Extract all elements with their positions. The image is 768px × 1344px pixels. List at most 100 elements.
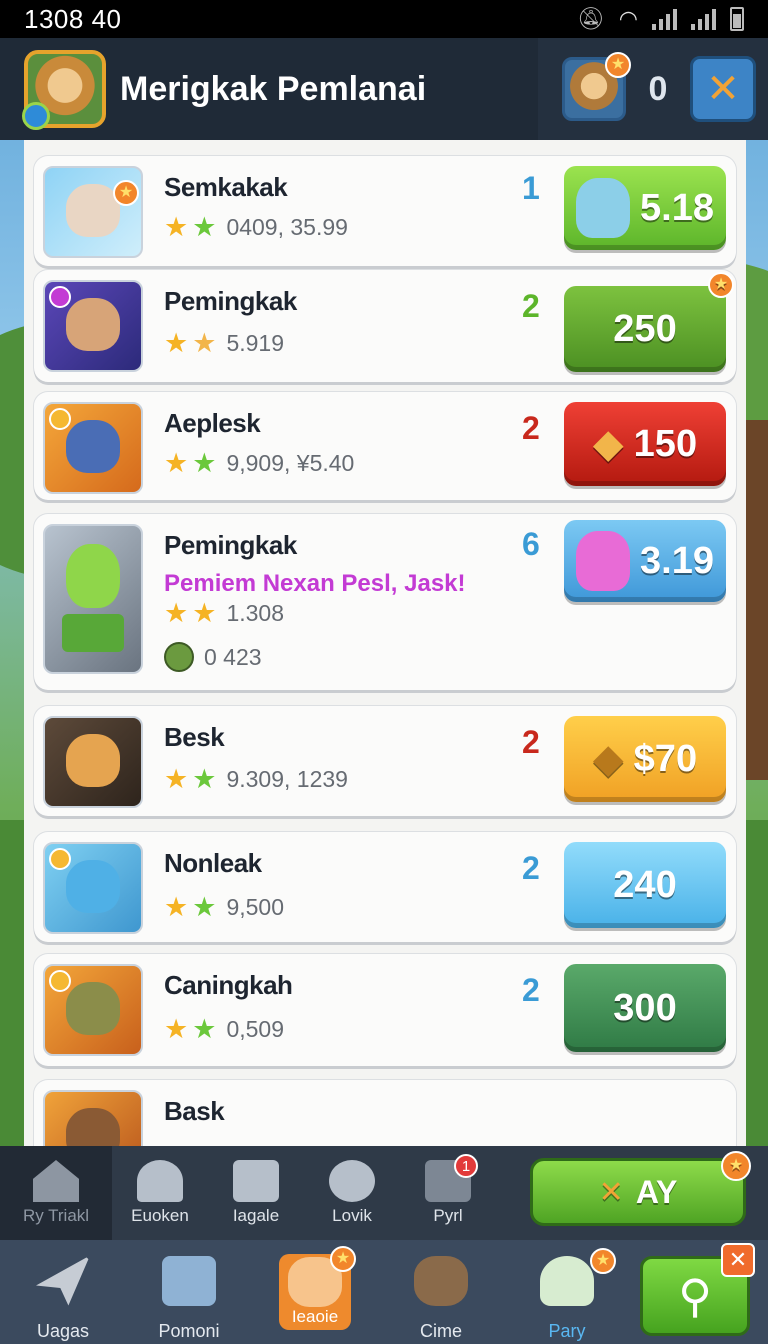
secondary-nav: Ry Triakl Euoken Iagale Lovik 1 Pyrl ✕ A… [0,1146,768,1240]
nav-item-pyrl[interactable]: 1 Pyrl [400,1146,496,1240]
search-button[interactable]: ⚲ ✕ [640,1243,755,1336]
tab-cime[interactable]: Cime [378,1240,504,1344]
item-rank: 2 [522,972,540,1008]
price-button[interactable]: 250 ★ [564,272,734,372]
price-button[interactable]: ◆ $70 [564,716,726,802]
item-stat: 9,909, ¥5.40 [226,450,355,476]
list-item[interactable]: Pemingkak ★ ★ 5.919 2 250 ★ [34,270,736,382]
character-thumbnail [43,402,143,494]
wifi-icon: ◠ [618,6,638,31]
price-button[interactable]: 5.18 [564,166,726,250]
item-name: Pemingkak [164,530,297,560]
list-item[interactable]: Bask [34,1080,736,1146]
star-icon [49,848,71,870]
nav-item-euoken[interactable]: Euoken [112,1146,208,1240]
star-icon: ★ [192,212,217,242]
character-thumbnail [43,842,143,934]
star-icon: ★ [164,448,189,478]
star-icon: ★ [164,328,189,358]
star-icon: ★ [192,448,217,478]
ghost-icon [540,1255,594,1306]
gem-icon: ◆ [592,737,624,781]
item-name: Pemingkak [164,286,297,316]
nav-item-home[interactable]: Ry Triakl [0,1146,112,1240]
star-badge-icon: ★ [721,1151,751,1181]
star-icon [49,408,71,430]
list-item[interactable]: Pemingkak Pemiem Nexan Pesl, Jask! ★ ★ 1… [34,514,736,690]
star-badge-icon: ★ [605,52,631,78]
list-item[interactable]: Besk ★ ★ 9.309, 1239 2 ◆ $70 [34,706,736,816]
pink-pet-icon [576,531,631,591]
tab-ieaoie[interactable]: Ieaoie ★ [252,1240,378,1344]
close-icon[interactable]: ✕ [721,1243,755,1277]
leaf-icon [137,1160,183,1202]
price-button[interactable]: ◆ 150 [564,402,726,486]
crossed-tools-icon[interactable]: ✕ [690,56,756,122]
character-thumbnail [43,1090,143,1146]
tab-pomoni[interactable]: Pomoni [126,1240,252,1344]
battery-icon [730,7,744,31]
page-title: Merigkak Pemlanai [120,69,427,108]
currency-count: 0 [648,69,668,108]
cube-icon [233,1160,279,1202]
character-thumbnail [43,280,143,372]
signal-icon [652,8,677,30]
paper-plane-icon [36,1255,90,1306]
cat-face-icon [414,1255,468,1306]
item-subtitle: Pemiem Nexan Pesl, Jask! [164,570,466,597]
nav-item-lovik[interactable]: Lovik [304,1146,400,1240]
item-name: Besk [164,722,225,752]
list-item[interactable]: Caningkah ★ ★ 0,509 2 300 [34,954,736,1066]
tab-pary[interactable]: Pary ★ [504,1240,630,1344]
item-stat: 0,509 [226,1016,284,1042]
magnifier-icon: ⚲ [678,1270,712,1322]
star-icon: ★ [192,892,217,922]
leaderboard-list[interactable]: ★ Semkakak ★ ★ 0409, 35.99 1 5.18 Peming… [24,140,746,1146]
status-bar: 1308 40 🔕︎ ◠ [0,0,768,38]
mute-icon: 🔕︎ [576,6,605,31]
player-avatar[interactable] [22,50,106,130]
item-stat: 9.309, 1239 [226,766,348,792]
close-icon [49,286,71,308]
list-item[interactable]: Nonleak ★ ★ 9,500 2 240 [34,832,736,942]
price-button[interactable]: 3.19 [564,520,726,602]
monster-icon [329,1160,375,1202]
star-badge-icon: ★ [590,1248,616,1274]
star-badge-icon: ★ [708,272,734,298]
item-stat: 1.308 [226,600,284,626]
signal-icon-2 [691,8,716,30]
list-item[interactable]: Aeplesk ★ ★ 9,909, ¥5.40 2 ◆ 150 [34,392,736,500]
status-time: 1308 40 [24,3,122,34]
character-thumbnail: ★ [43,166,143,258]
price-button[interactable]: 240 [564,842,726,928]
item-rank: 2 [522,410,540,446]
star-icon: ★ [192,764,217,794]
star-icon: ★ [164,598,189,628]
nav-item-iagale[interactable]: Iagale [208,1146,304,1240]
star-icon: ★ [164,764,189,794]
star-badge-icon: ★ [330,1246,356,1272]
main-tab-bar: Uagas Pomoni Ieaoie ★ Cime Pary ★ ⚲ ✕ [0,1240,768,1344]
item-name: Aeplesk [164,408,261,438]
character-icon[interactable]: ★ [562,52,631,121]
soldier-avatar-icon [164,642,194,672]
list-item[interactable]: ★ Semkakak ★ ★ 0409, 35.99 1 5.18 [34,156,736,266]
ay-action-button[interactable]: ✕ AY ★ [530,1151,751,1226]
cube-icon [162,1255,216,1306]
item-name: Nonleak [164,848,262,878]
home-icon [33,1160,79,1202]
crossed-tools-icon: ✕ [598,1175,624,1209]
item-rank: 6 [522,526,540,562]
character-thumbnail [43,716,143,808]
star-icon: ★ [164,892,189,922]
price-button[interactable]: 300 [564,964,726,1052]
star-icon [49,970,71,992]
star-icon: ★ [164,1014,189,1044]
star-icon: ★ [192,598,217,628]
item-stat: 5.919 [226,330,284,356]
notification-badge: 1 [454,1154,478,1178]
character-thumbnail [43,524,143,674]
tab-uagas[interactable]: Uagas [0,1240,126,1344]
app-header: Merigkak Pemlanai ★ 0 ✕ [0,38,768,140]
item-rank: 1 [522,170,540,206]
